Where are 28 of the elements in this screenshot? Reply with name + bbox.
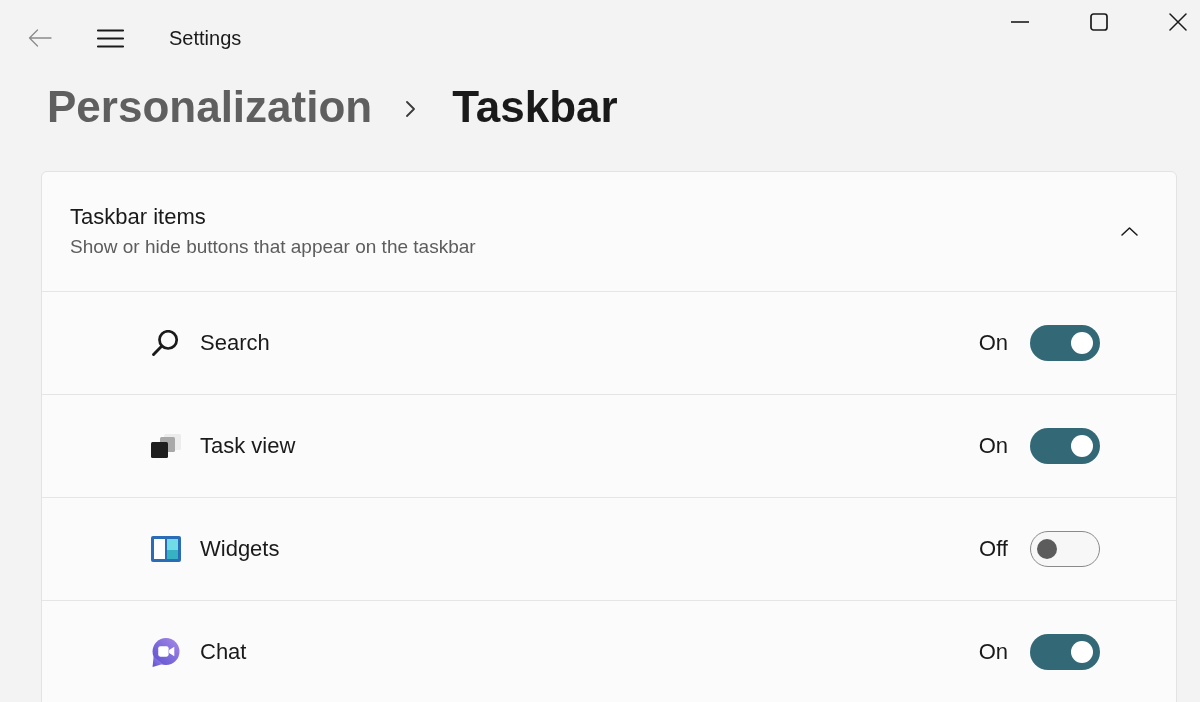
section-title: Taskbar items: [70, 203, 207, 231]
maximize-icon: [1090, 13, 1108, 31]
toggle-switch[interactable]: [1030, 531, 1100, 567]
task-view-icon: [150, 434, 181, 458]
back-arrow-icon: [28, 29, 52, 47]
toggle-state-label: On: [978, 329, 1008, 357]
breadcrumb-link[interactable]: Personalization: [47, 79, 373, 135]
chevron-right-icon: [406, 101, 416, 117]
toggle-switch[interactable]: [1030, 428, 1100, 464]
toggle-state-label: On: [978, 638, 1008, 666]
toggle-switch[interactable]: [1030, 634, 1100, 670]
setting-label: Task view: [200, 432, 296, 460]
setting-label: Widgets: [200, 535, 280, 563]
setting-label: Search: [200, 329, 270, 357]
window-title: Settings: [169, 26, 242, 51]
toggle-state-label: On: [978, 432, 1008, 460]
widgets-icon: [150, 536, 181, 562]
menu-icon: [96, 28, 124, 48]
toggle-switch[interactable]: [1030, 325, 1100, 361]
search-icon: [152, 329, 179, 357]
setting-label: Chat: [200, 638, 247, 666]
chat-icon: [151, 637, 180, 667]
close-icon: [1169, 13, 1187, 31]
page-title: Taskbar: [452, 81, 618, 133]
section-subtitle: Show or hide buttons that appear on the taskbar: [70, 235, 476, 259]
minimize-icon: [1011, 21, 1029, 23]
toggle-state-label: Off: [979, 535, 1008, 563]
chevron-up-icon: [1120, 227, 1138, 236]
